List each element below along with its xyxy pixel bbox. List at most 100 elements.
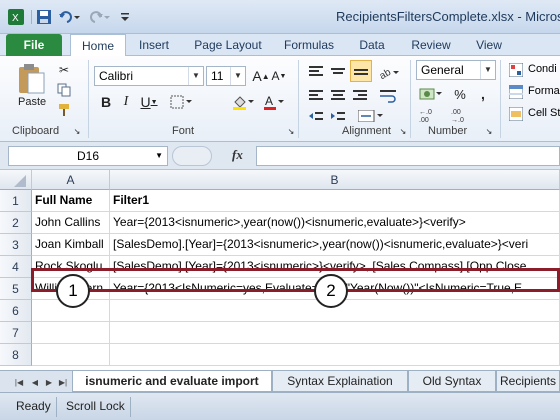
sheet-tab-syntax-explanation[interactable]: Syntax Explaination — [272, 371, 408, 392]
name-box-value: D16 — [76, 149, 99, 163]
conditional-formatting-icon[interactable] — [508, 62, 524, 78]
select-all-corner[interactable] — [0, 170, 32, 190]
font-family-value: Calibri — [99, 69, 134, 83]
bold-icon[interactable]: B — [98, 92, 114, 112]
tab-page-layout[interactable]: Page Layout — [188, 34, 268, 56]
tab-data[interactable]: Data — [352, 34, 392, 56]
customize-qat-icon[interactable] — [118, 8, 132, 26]
cut-icon[interactable]: ✂ — [56, 62, 72, 78]
cell-b[interactable] — [110, 344, 560, 366]
format-painter-icon[interactable] — [56, 102, 72, 118]
currency-icon[interactable] — [418, 84, 444, 104]
sheet-tab-old-syntax[interactable]: Old Syntax — [408, 371, 496, 392]
row-header[interactable]: 3 — [0, 234, 32, 256]
cell-a[interactable]: John Callins — [32, 212, 110, 234]
formula-input[interactable] — [256, 146, 560, 166]
font-launcher-icon[interactable]: ↘ — [286, 126, 296, 136]
font-color-icon[interactable]: A — [262, 92, 288, 112]
align-center-icon[interactable] — [328, 86, 348, 106]
wrap-text-icon[interactable] — [378, 86, 398, 106]
undo-icon[interactable] — [58, 8, 82, 26]
number-launcher-icon[interactable]: ↘ — [484, 126, 494, 136]
increase-indent-icon[interactable] — [328, 108, 348, 124]
align-left-icon[interactable] — [306, 86, 326, 106]
merge-center-icon[interactable] — [356, 108, 386, 124]
percent-icon[interactable]: % — [450, 84, 470, 104]
cell-b[interactable]: Filter1 — [110, 190, 560, 212]
sheet-tab-isnumeric[interactable]: isnumeric and evaluate import — [72, 371, 272, 392]
font-size-value: 11 — [211, 69, 224, 83]
increase-decimal-icon[interactable]: ←.0.00 — [418, 106, 444, 124]
ribbon: Paste ✂ Clipboard ↘ Calibri ▼ 11 ▼ A ▲ A ▼… — [0, 56, 560, 142]
decrease-indent-icon[interactable] — [306, 108, 326, 124]
number-format-combo[interactable]: General ▼ — [416, 60, 496, 80]
clipboard-launcher-icon[interactable]: ↘ — [72, 126, 82, 136]
cell-styles-icon[interactable] — [508, 106, 524, 122]
ribbon-tab-bar: File Home Insert Page Layout Formulas Da… — [0, 34, 560, 58]
font-size-combo[interactable]: 11 ▼ — [206, 66, 246, 86]
cell-a[interactable] — [32, 322, 110, 344]
cell-b[interactable]: [SalesDemo].[Year]={2013<isnumeric>,year… — [110, 234, 560, 256]
cell-a[interactable]: Full Name — [32, 190, 110, 212]
paste-button[interactable] — [14, 62, 48, 96]
cell-styles-label[interactable]: Cell St — [528, 107, 560, 119]
align-top-icon[interactable] — [306, 62, 326, 82]
first-sheet-icon[interactable]: |◀ — [14, 375, 24, 389]
tab-review[interactable]: Review — [404, 34, 458, 56]
column-header-a[interactable]: A — [32, 170, 110, 190]
orientation-icon[interactable]: ab — [378, 62, 400, 82]
format-as-table-label[interactable]: Forma — [528, 85, 560, 97]
formula-bar-splitter[interactable] — [172, 146, 212, 166]
spreadsheet-grid: A B 1 Full Name Filter1 2 John Callins Year={… — [0, 170, 560, 370]
callout-2: 2 — [314, 274, 348, 308]
align-middle-icon[interactable] — [328, 62, 348, 82]
redo-icon[interactable] — [88, 8, 112, 26]
font-family-combo[interactable]: Calibri ▼ — [94, 66, 204, 86]
comma-style-icon[interactable]: , — [474, 84, 492, 104]
cell-b[interactable]: Year={2013<isnumeric>,year(now())<isnume… — [110, 212, 560, 234]
decrease-decimal-icon[interactable]: .00 →.0 — [450, 106, 476, 124]
prev-sheet-icon[interactable]: ◀ — [30, 375, 40, 389]
svg-text:→.0: →.0 — [451, 117, 464, 123]
cell-a[interactable]: Joan Kimball — [32, 234, 110, 256]
insert-function-icon[interactable]: fx — [232, 147, 243, 163]
tab-formulas[interactable]: Formulas — [278, 34, 340, 56]
row-header[interactable]: 5 — [0, 278, 32, 300]
cell-a[interactable] — [32, 344, 110, 366]
copy-icon[interactable] — [56, 82, 72, 98]
svg-text:X: X — [12, 13, 19, 24]
column-header-b[interactable]: B — [110, 170, 560, 190]
format-as-table-icon[interactable] — [508, 84, 524, 100]
align-right-icon[interactable] — [350, 86, 370, 106]
sheet-tab-recipients[interactable]: Recipients — [496, 371, 560, 392]
next-sheet-icon[interactable]: ▶ — [44, 375, 54, 389]
tab-view[interactable]: View — [468, 34, 510, 56]
shrink-font-icon[interactable]: A ▼ — [270, 66, 288, 86]
tab-home[interactable]: Home — [70, 34, 126, 58]
save-icon[interactable] — [36, 8, 52, 26]
cell-b[interactable] — [110, 322, 560, 344]
italic-icon[interactable]: I — [118, 92, 134, 112]
row-header[interactable]: 7 — [0, 322, 32, 344]
row-header[interactable]: 2 — [0, 212, 32, 234]
fill-color-icon[interactable] — [230, 92, 258, 112]
row-header[interactable]: 1 — [0, 190, 32, 212]
row-header[interactable]: 6 — [0, 300, 32, 322]
last-sheet-icon[interactable]: ▶| — [58, 375, 68, 389]
row-header[interactable]: 8 — [0, 344, 32, 366]
tab-file[interactable]: File — [6, 34, 62, 56]
name-box[interactable]: D16 ▼ — [8, 146, 168, 166]
chevron-down-icon: ▼ — [155, 151, 163, 160]
alignment-launcher-icon[interactable]: ↘ — [398, 126, 408, 136]
align-bottom-icon[interactable] — [350, 60, 372, 82]
conditional-formatting-label[interactable]: Condi — [528, 63, 557, 75]
borders-icon[interactable] — [168, 92, 196, 112]
row-header[interactable]: 4 — [0, 256, 32, 278]
underline-icon[interactable]: U ▼ — [138, 92, 160, 112]
grow-font-icon[interactable]: A ▲ — [252, 66, 270, 86]
tab-insert[interactable]: Insert — [130, 34, 178, 56]
status-scroll-lock: Scroll Lock — [66, 399, 125, 413]
excel-app-icon[interactable]: X — [8, 8, 24, 26]
status-bar: Ready Scroll Lock — [0, 392, 560, 420]
status-ready: Ready — [16, 399, 51, 413]
